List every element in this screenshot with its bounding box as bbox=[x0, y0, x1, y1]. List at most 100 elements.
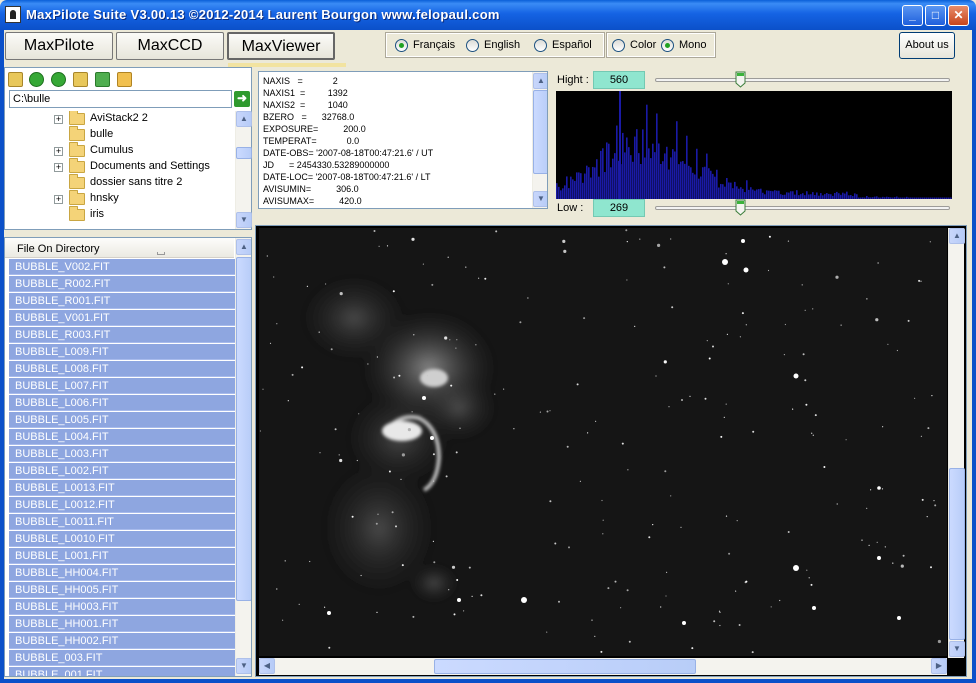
expand-icon[interactable]: + bbox=[54, 147, 63, 156]
file-list-item[interactable]: BUBBLE_L007.FIT bbox=[9, 378, 235, 394]
refresh-icon[interactable] bbox=[95, 72, 110, 87]
forward-icon[interactable] bbox=[51, 72, 66, 87]
file-list-item[interactable]: BUBBLE_L008.FIT bbox=[9, 361, 235, 377]
low-slider-track[interactable] bbox=[655, 206, 950, 210]
viewer-vscrollbar[interactable]: ▲ ▼ bbox=[948, 228, 965, 658]
expand-icon[interactable]: + bbox=[54, 195, 63, 204]
star bbox=[282, 619, 284, 621]
file-list-item[interactable]: BUBBLE_HH005.FIT bbox=[9, 582, 235, 598]
low-value-box[interactable]: 269 bbox=[593, 199, 645, 217]
scroll-down-icon[interactable]: ▼ bbox=[533, 191, 547, 207]
scroll-thumb[interactable] bbox=[236, 257, 251, 601]
file-list-item[interactable]: BUBBLE_L0011.FIT bbox=[9, 514, 235, 530]
tab-maxpilote[interactable]: MaxPilote bbox=[5, 32, 113, 60]
histogram-bar bbox=[776, 190, 778, 199]
histogram-bar bbox=[744, 192, 746, 199]
tab-maxccd[interactable]: MaxCCD bbox=[116, 32, 224, 60]
scroll-down-icon[interactable]: ▼ bbox=[949, 641, 965, 657]
astro-image[interactable] bbox=[259, 228, 947, 656]
file-list-item[interactable]: BUBBLE_L009.FIT bbox=[9, 344, 235, 360]
star bbox=[745, 580, 748, 583]
histogram-bar bbox=[632, 161, 634, 199]
image-viewer[interactable]: ▲ ▼ ◀ ▶ bbox=[255, 225, 967, 677]
up-folder-icon[interactable] bbox=[73, 72, 88, 87]
star bbox=[398, 374, 401, 377]
file-list-item[interactable]: BUBBLE_L003.FIT bbox=[9, 446, 235, 462]
file-list-item[interactable]: BUBBLE_L006.FIT bbox=[9, 395, 235, 411]
title-bar[interactable]: MaxPilote Suite V3.00.13 ©2012-2014 Laur… bbox=[0, 0, 976, 30]
histogram-bar bbox=[794, 194, 796, 199]
file-list-item[interactable]: BUBBLE_HH002.FIT bbox=[9, 633, 235, 649]
file-list-item[interactable]: BUBBLE_HH001.FIT bbox=[9, 616, 235, 632]
high-slider-thumb[interactable] bbox=[735, 71, 746, 88]
file-list-item[interactable]: BUBBLE_HH004.FIT bbox=[9, 565, 235, 581]
histogram-bar bbox=[832, 195, 834, 199]
file-list-item[interactable]: BUBBLE_V002.FIT bbox=[9, 259, 235, 275]
file-list-item[interactable]: BUBBLE_L001.FIT bbox=[9, 548, 235, 564]
histogram-bar bbox=[688, 165, 690, 199]
scroll-down-icon[interactable]: ▼ bbox=[236, 658, 251, 674]
file-list-scrollbar[interactable]: ▲ ▼ bbox=[235, 238, 251, 676]
about-us-button[interactable]: About us bbox=[899, 32, 955, 59]
histogram-bar bbox=[922, 197, 924, 199]
file-list-item[interactable]: BUBBLE_R002.FIT bbox=[9, 276, 235, 292]
scroll-thumb[interactable] bbox=[236, 147, 252, 159]
high-slider-track[interactable] bbox=[655, 78, 950, 82]
expand-icon[interactable]: + bbox=[54, 115, 63, 124]
file-list-item[interactable]: BUBBLE_001.FIT bbox=[9, 667, 235, 676]
file-list-header[interactable]: File On Directory bbox=[5, 238, 234, 258]
histogram-bar bbox=[740, 187, 742, 199]
file-list-item[interactable]: BUBBLE_L0010.FIT bbox=[9, 531, 235, 547]
star bbox=[391, 511, 394, 514]
histogram-bar bbox=[748, 189, 750, 199]
file-list-item[interactable]: BUBBLE_L005.FIT bbox=[9, 412, 235, 428]
scroll-down-icon[interactable]: ▼ bbox=[236, 212, 252, 228]
histogram-bar bbox=[846, 191, 848, 199]
expand-icon[interactable]: + bbox=[54, 163, 63, 172]
star bbox=[554, 542, 557, 545]
star bbox=[276, 323, 278, 325]
home-icon[interactable] bbox=[117, 72, 132, 87]
tree-scrollbar[interactable]: ▲ ▼ bbox=[235, 111, 252, 229]
viewer-hscrollbar[interactable]: ◀ ▶ bbox=[259, 658, 947, 675]
histogram-bar bbox=[696, 148, 698, 199]
scroll-up-icon[interactable]: ▲ bbox=[236, 111, 252, 127]
back-icon[interactable] bbox=[29, 72, 44, 87]
file-list-item[interactable]: BUBBLE_R001.FIT bbox=[9, 293, 235, 309]
open-folder-icon[interactable] bbox=[8, 72, 23, 87]
star bbox=[444, 336, 448, 340]
star bbox=[468, 566, 471, 569]
file-list-item[interactable]: BUBBLE_L0013.FIT bbox=[9, 480, 235, 496]
tab-maxviewer[interactable]: MaxViewer bbox=[227, 32, 335, 60]
histogram-bar bbox=[782, 194, 784, 199]
scroll-right-icon[interactable]: ▶ bbox=[931, 658, 947, 674]
file-list-item[interactable]: BUBBLE_HH003.FIT bbox=[9, 599, 235, 615]
histogram-bar bbox=[614, 153, 616, 199]
file-list-item[interactable]: BUBBLE_003.FIT bbox=[9, 650, 235, 666]
fits-scrollbar[interactable]: ▲ ▼ bbox=[532, 72, 547, 208]
histogram-bar bbox=[742, 188, 744, 199]
file-list-item[interactable]: BUBBLE_R003.FIT bbox=[9, 327, 235, 343]
file-list-item[interactable]: BUBBLE_V001.FIT bbox=[9, 310, 235, 326]
low-slider-thumb[interactable] bbox=[735, 199, 746, 216]
path-input[interactable]: C:\bulle bbox=[9, 90, 232, 108]
scroll-up-icon[interactable]: ▲ bbox=[949, 228, 965, 244]
high-value-box[interactable]: 560 bbox=[593, 71, 645, 89]
histogram-bar bbox=[648, 148, 650, 199]
histogram-bar bbox=[908, 197, 910, 199]
histogram-bar bbox=[684, 163, 686, 199]
scroll-thumb[interactable] bbox=[434, 659, 696, 674]
file-list-item[interactable]: BUBBLE_L004.FIT bbox=[9, 429, 235, 445]
file-list-item[interactable]: BUBBLE_L0012.FIT bbox=[9, 497, 235, 513]
scroll-left-icon[interactable]: ◀ bbox=[259, 658, 275, 674]
scroll-thumb[interactable] bbox=[533, 90, 547, 174]
close-button[interactable]: ✕ bbox=[948, 5, 969, 26]
minimize-button[interactable]: _ bbox=[902, 5, 923, 26]
go-arrow-icon[interactable]: ➜ bbox=[234, 91, 250, 107]
scroll-up-icon[interactable]: ▲ bbox=[533, 73, 547, 89]
file-list-item[interactable]: BUBBLE_L002.FIT bbox=[9, 463, 235, 479]
scroll-thumb[interactable] bbox=[949, 468, 965, 640]
scroll-up-icon[interactable]: ▲ bbox=[236, 239, 251, 255]
histogram-bar bbox=[564, 185, 566, 199]
maximize-button[interactable]: □ bbox=[925, 5, 946, 26]
